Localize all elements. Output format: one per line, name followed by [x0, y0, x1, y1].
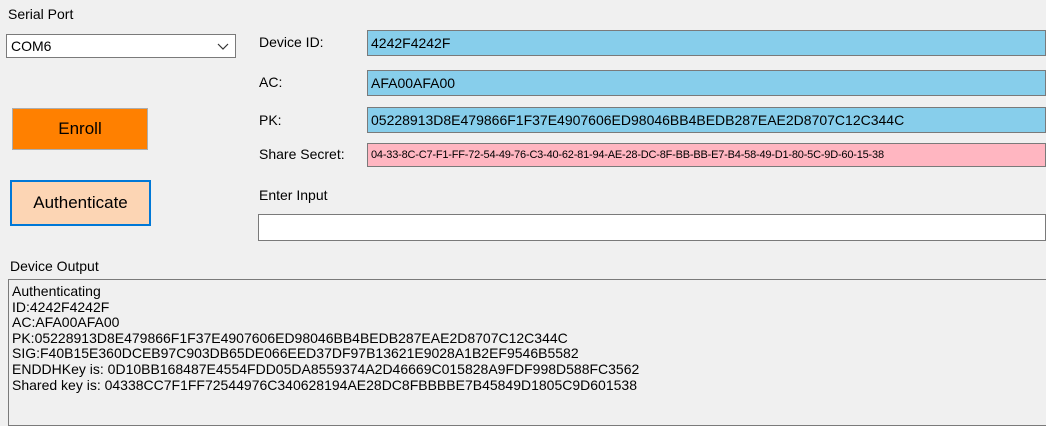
output-line: SIG:F40B15E360DCEB97C903DB65DE066EED37DF… — [12, 345, 579, 362]
ac-label: AC: — [259, 74, 283, 90]
serial-port-selected-value: COM6 — [11, 38, 52, 54]
pk-label: PK: — [259, 112, 282, 128]
output-line: Shared key is: 04338CC7F1FF72544976C3406… — [12, 376, 637, 393]
device-id-label: Device ID: — [259, 34, 324, 50]
authenticate-button[interactable]: Authenticate — [10, 180, 151, 226]
share-secret-field[interactable]: 04-33-8C-C7-F1-FF-72-54-49-76-C3-40-62-8… — [367, 143, 1046, 167]
pk-field[interactable]: 05228913D8E479866F1F37E4907606ED98046BB4… — [367, 107, 1046, 133]
share-secret-label: Share Secret: — [259, 146, 345, 162]
device-output-label: Device Output — [10, 258, 99, 274]
serial-port-label: Serial Port — [8, 6, 74, 22]
device-output-textbox[interactable]: Authenticating ID:4242F4242F AC:AFA00AFA… — [8, 279, 1046, 426]
enroll-button[interactable]: Enroll — [12, 108, 148, 150]
serial-port-select[interactable]: COM6 — [6, 34, 236, 58]
enter-input-label: Enter Input — [259, 187, 328, 203]
output-line: AC:AFA00AFA00 — [12, 314, 120, 331]
chevron-down-icon — [217, 43, 229, 50]
output-line: ENDDHKey is: 0D10BB168487E4554FDD05DA855… — [12, 360, 640, 377]
device-id-field[interactable]: 4242F4242F — [367, 30, 1046, 56]
output-line: Authenticating — [12, 283, 101, 299]
enter-input-field[interactable] — [258, 214, 1046, 241]
output-line: PK:05228913D8E479866F1F37E4907606ED98046… — [12, 329, 568, 346]
ac-field[interactable]: AFA00AFA00 — [367, 70, 1046, 96]
output-line: ID:4242F4242F — [12, 298, 110, 315]
